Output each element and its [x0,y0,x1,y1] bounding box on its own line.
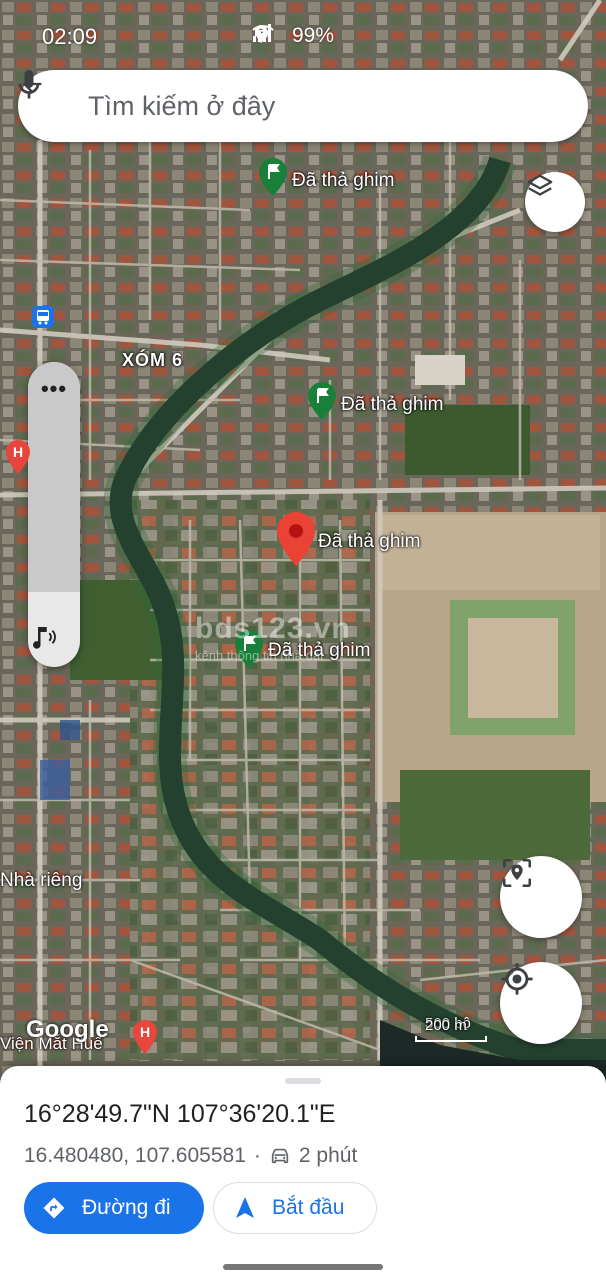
sheet-drag-handle[interactable] [285,1078,321,1084]
directions-label: Đường đi [82,1196,171,1219]
map-view[interactable]: 02:09 99% Tìm kiếm ở đây ••• XÓM 6 H H Đ… [0,0,606,1090]
directions-button[interactable]: Đường đi [24,1182,204,1234]
watermark: bds123.vn [195,612,351,645]
car-icon [269,1146,291,1166]
show-pin-button[interactable] [500,856,582,938]
gesture-nav-bar[interactable] [223,1264,383,1270]
pin-label[interactable]: Đã thả ghim [318,531,420,553]
crosshair-icon [501,963,533,995]
watermark-subtitle: kênh thông tin nhà đất [195,648,324,663]
layers-icon [527,174,553,196]
svg-text:H: H [140,1024,150,1040]
status-bar: 02:09 99% [0,0,606,70]
search-input[interactable]: Tìm kiếm ở đây [88,91,518,122]
place-bottom-sheet[interactable]: 16°28'49.7"N 107°36'20.1"E 16.480480, 10… [0,1066,606,1280]
coordinates-row: 16.480480, 107.605581 · 2 phút [24,1144,357,1168]
more-options-icon[interactable]: ••• [28,376,80,402]
place-label[interactable]: Nhà riêng [0,870,82,892]
pin-label[interactable]: Đã thả ghim [292,170,394,192]
coordinates-decimal: 16.480480, 107.605581 [24,1144,246,1167]
scale-bar [415,1036,487,1042]
pin-label[interactable]: Đã thả ghim [341,394,443,416]
drive-time: 2 phút [298,1144,358,1167]
svg-text:H: H [13,444,23,460]
area-label: XÓM 6 [122,350,184,370]
battery-percent: 99% [292,24,335,47]
google-logo: Google [26,1016,109,1043]
coordinates-dms: 16°28'49.7"N 107°36'20.1"E [24,1100,336,1128]
status-icons: 99% [252,24,334,48]
pin-focus-icon [502,858,532,888]
scale-label-bottom: 200 m [425,1017,467,1034]
voice-search-button[interactable] [18,70,588,142]
start-label: Bắt đầu [272,1196,345,1219]
separator: · [253,1144,261,1167]
volume-slider[interactable]: ••• [28,362,80,667]
status-time: 02:09 [42,24,98,49]
my-location-button[interactable] [500,962,582,1044]
navigation-arrow-icon [234,1196,256,1220]
search-bar[interactable]: Tìm kiếm ở đây [18,70,588,142]
microphone-icon [18,70,40,99]
start-navigation-button[interactable]: Bắt đầu [213,1182,377,1234]
layers-button[interactable] [525,172,585,232]
directions-icon [42,1196,66,1220]
